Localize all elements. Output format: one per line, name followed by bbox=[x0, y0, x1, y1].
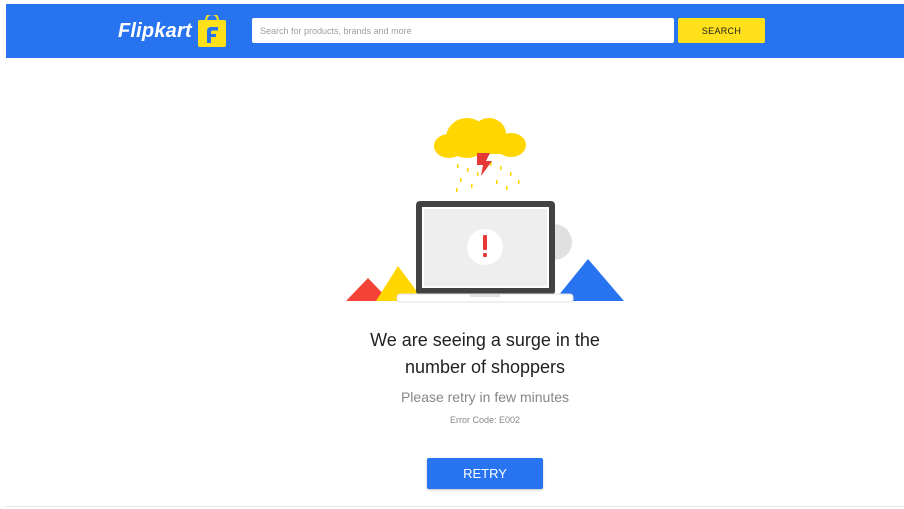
shopping-bag-icon bbox=[197, 15, 226, 47]
search-input[interactable] bbox=[252, 18, 674, 43]
error-headline: We are seeing a surge in the number of s… bbox=[300, 327, 670, 381]
header-bar: Flipkart SEARCH bbox=[6, 4, 904, 58]
error-illustration bbox=[346, 118, 624, 303]
retry-button[interactable]: RETRY bbox=[427, 458, 543, 489]
error-code: Error Code: E002 bbox=[449, 415, 521, 425]
lightning-bolt-icon bbox=[477, 153, 492, 176]
search-button[interactable]: SEARCH bbox=[678, 18, 765, 43]
retry-hint: Please retry in few minutes bbox=[400, 389, 570, 405]
flipkart-logo[interactable]: Flipkart bbox=[118, 14, 226, 48]
logo-text: Flipkart bbox=[118, 19, 192, 42]
headline-line-2: number of shoppers bbox=[404, 357, 566, 377]
bottom-divider bbox=[6, 506, 904, 507]
warning-icon bbox=[467, 229, 503, 265]
headline-line-1: We are seeing a surge in the bbox=[370, 330, 600, 350]
